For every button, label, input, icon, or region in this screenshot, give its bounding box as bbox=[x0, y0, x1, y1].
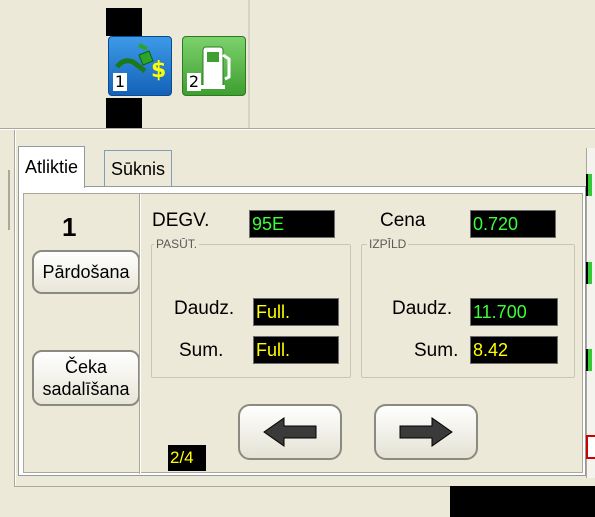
bottom-black-display bbox=[450, 486, 595, 517]
bottom-status-bar bbox=[14, 486, 450, 517]
split-receipt-button[interactable]: Čeka sadalīšana bbox=[32, 350, 140, 406]
pump-toolbar: $ 1 2 bbox=[0, 0, 595, 130]
done-sum-display: 8.42 bbox=[470, 336, 558, 364]
order-sum-display: Full. bbox=[253, 336, 339, 364]
tab-atliktie[interactable]: Atliktie bbox=[18, 146, 86, 188]
status-indicator-3 bbox=[586, 349, 592, 371]
fuel-display: 95E bbox=[249, 210, 335, 238]
pump-detail-panel: 1 Pārdošana Čeka sadalīšana DEGV. 95E Ce… bbox=[23, 193, 583, 474]
pump-number-label: 1 bbox=[62, 212, 77, 242]
price-label: Cena bbox=[380, 210, 426, 231]
page-indicator: 2/4 bbox=[168, 445, 206, 471]
tab-panel: 1 Pārdošana Čeka sadalīšana DEGV. 95E Ce… bbox=[18, 186, 586, 476]
left-scroll-edge bbox=[8, 170, 10, 230]
done-qty-label: Daudz. bbox=[392, 298, 453, 319]
order-sum-label: Sum. bbox=[179, 340, 224, 361]
left-border bbox=[14, 130, 16, 517]
toolbar-bottom-border bbox=[0, 128, 595, 130]
previous-button[interactable] bbox=[238, 404, 342, 460]
pump-1-status-bottom bbox=[106, 98, 142, 128]
done-sum-label: Sum. bbox=[414, 340, 459, 361]
status-indicator-2 bbox=[586, 262, 592, 284]
price-display: 0.720 bbox=[470, 210, 556, 238]
pump-1-number: 1 bbox=[113, 72, 127, 91]
status-indicator-1 bbox=[586, 174, 592, 196]
pump-1-status-top bbox=[106, 8, 142, 36]
split-receipt-line1: Čeka bbox=[64, 357, 108, 377]
done-qty-display: 11.700 bbox=[470, 298, 558, 326]
order-group-label: PASŪT. bbox=[154, 237, 200, 251]
panel-separator bbox=[139, 194, 141, 474]
sell-button-label: Pārdošana bbox=[42, 262, 130, 282]
sell-button[interactable]: Pārdošana bbox=[32, 250, 140, 294]
fuel-label: DEGV. bbox=[152, 210, 210, 231]
pump-2-button[interactable]: 2 bbox=[182, 36, 246, 96]
status-indicator-alert bbox=[586, 435, 595, 459]
pump-2-column: 2 bbox=[180, 0, 246, 128]
done-group-label: IZPĪLD bbox=[367, 237, 409, 251]
pump-1-column: $ 1 bbox=[106, 0, 172, 128]
order-qty-display: Full. bbox=[253, 298, 339, 326]
next-button[interactable] bbox=[374, 404, 478, 460]
toolbar-divider bbox=[248, 0, 250, 128]
order-qty-label: Daudz. bbox=[174, 298, 235, 319]
split-receipt-line2: sadalīšana bbox=[42, 379, 130, 399]
pump-1-button[interactable]: $ 1 bbox=[108, 36, 172, 96]
tab-suknis[interactable]: Sūknis bbox=[104, 150, 173, 186]
arrow-right-icon bbox=[399, 417, 453, 447]
svg-text:$: $ bbox=[151, 58, 166, 83]
right-status-strip bbox=[586, 148, 595, 478]
arrow-left-icon bbox=[263, 417, 317, 447]
pump-2-number: 2 bbox=[187, 72, 201, 91]
